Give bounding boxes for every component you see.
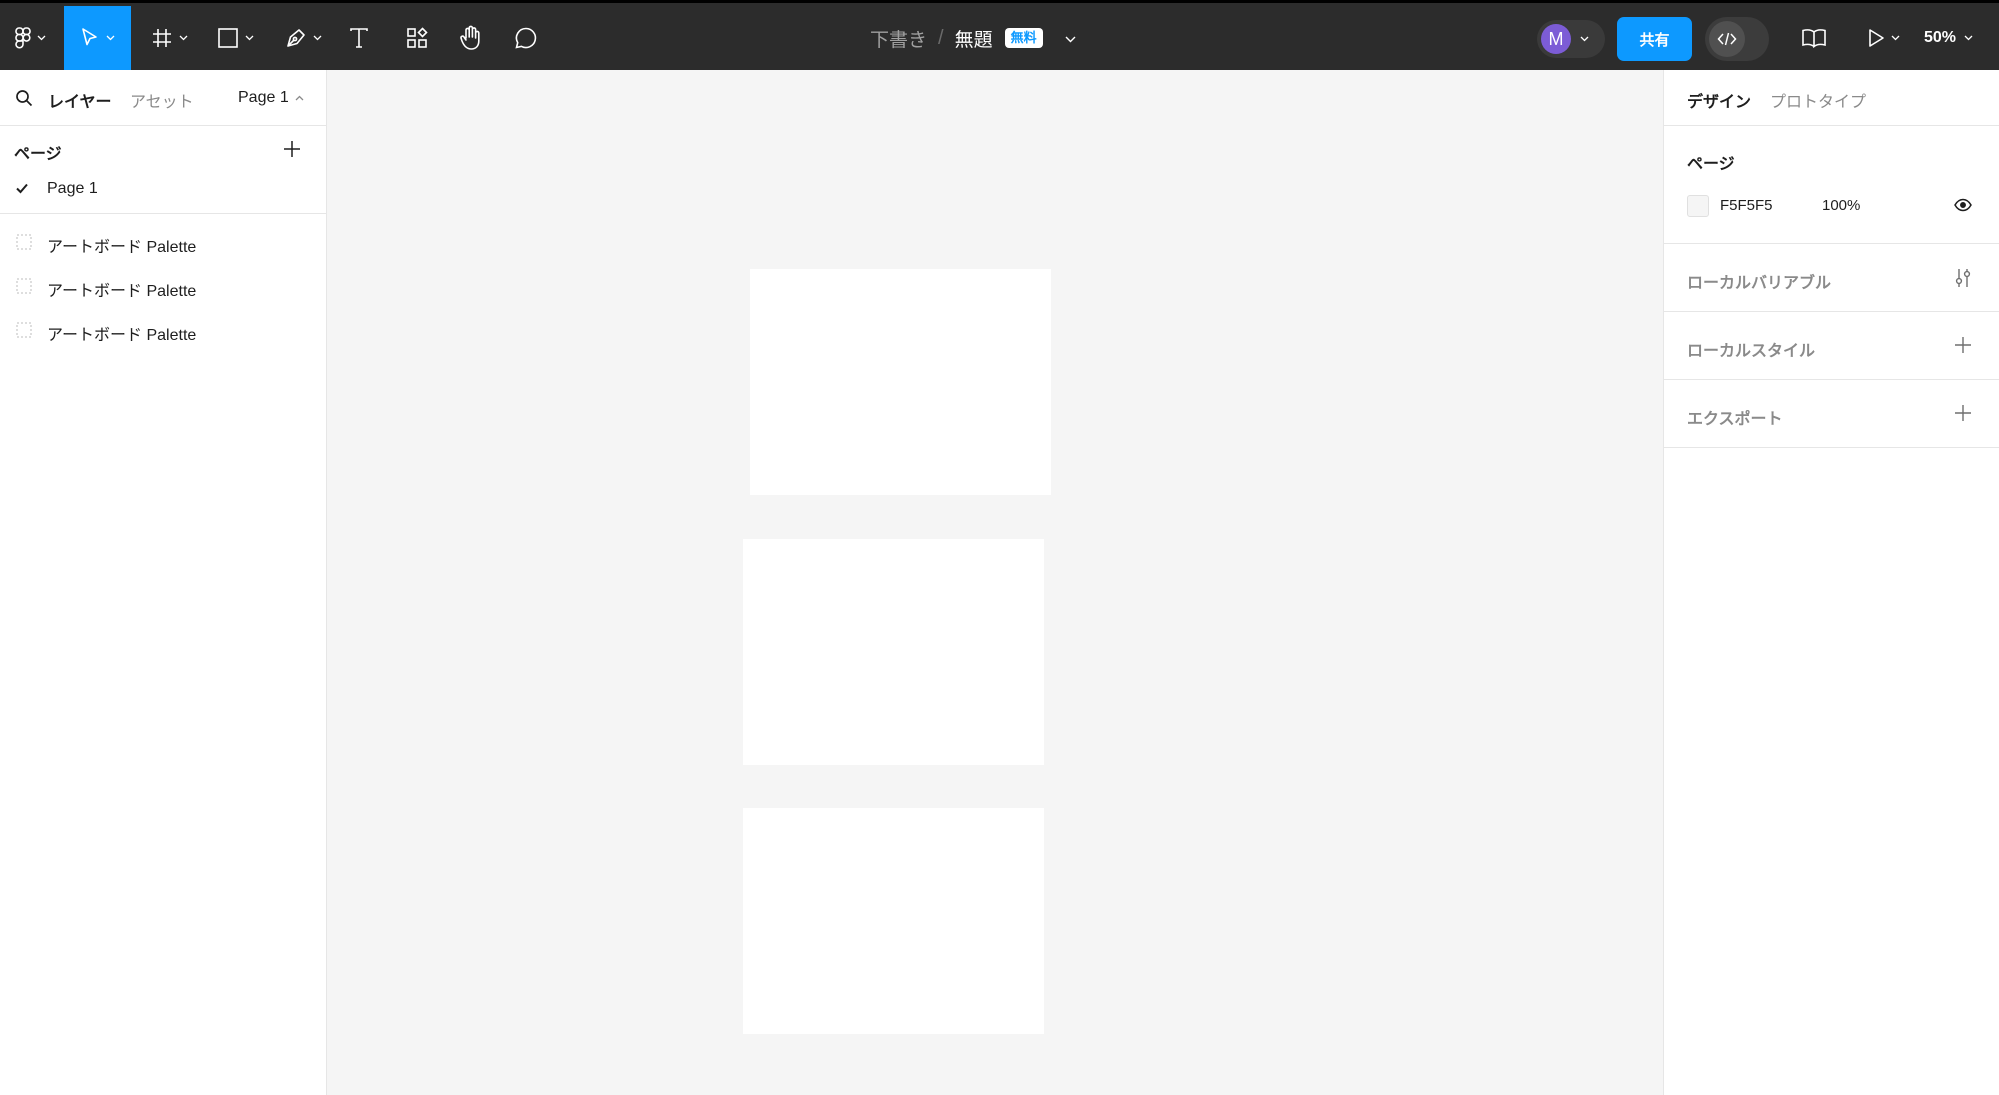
chevron-down-icon [37,35,45,41]
layer-item-label: アートボード Palette [47,239,197,256]
search-icon[interactable] [15,89,33,112]
layer-item-label: アートボード Palette [47,327,197,344]
move-tool-button[interactable] [64,6,131,70]
breadcrumb-separator: / [938,26,944,49]
artboard-frame-icon [16,234,32,255]
add-page-plus-icon[interactable] [282,139,302,164]
resources-button[interactable] [402,6,432,70]
chevron-down-icon [245,35,253,41]
artboard[interactable] [750,269,1051,495]
tab-prototype[interactable]: プロトタイプ [1770,88,1866,112]
add-export-plus-icon[interactable] [1954,404,1972,427]
local-styles-section[interactable]: ローカルスタイル [1664,312,1999,380]
rectangle-tool-icon [217,27,239,49]
text-tool-icon [349,27,369,49]
plan-badge[interactable]: 無料 [1004,28,1043,48]
left-panel-tabs: レイヤー アセット Page 1 [0,70,326,126]
tab-layers[interactable]: レイヤー [48,88,112,112]
dev-mode-toggle[interactable] [1705,17,1769,61]
comment-icon [514,26,538,50]
resources-icon [406,27,428,49]
layers-panel: レイヤー アセット Page 1 ページ Page 1 アートボード Palet… [0,70,327,1095]
file-menu-chevron-icon[interactable] [1065,27,1076,49]
tab-design[interactable]: デザイン [1687,88,1751,112]
zoom-menu-button[interactable]: 50% [1924,6,1973,70]
artboard[interactable] [743,539,1044,765]
frame-tool-button[interactable] [146,6,192,70]
artboard[interactable] [743,808,1044,1034]
pen-tool-icon [285,27,307,49]
shape-tool-button[interactable] [212,6,258,70]
toolbar: 下書き / 無題 無料 M 共有 50% [0,0,1999,70]
current-page-label: Page 1 [238,89,289,106]
pages-title: ページ [14,146,62,163]
hand-tool-icon [459,25,483,51]
user-menu-button[interactable]: M [1537,20,1605,58]
eye-icon[interactable] [1954,198,1972,217]
local-variables-section[interactable]: ローカルバリアブル [1664,244,1999,312]
page-section: ページ F5F5F5 100% [1664,126,1999,244]
chevron-down-icon [106,35,115,41]
zoom-level: 50% [1924,29,1957,46]
variables-sliders-icon[interactable] [1954,268,1972,293]
pen-tool-button[interactable] [280,6,326,70]
main-menu-button[interactable] [8,6,52,70]
canvas[interactable] [327,70,1663,1095]
chevron-down-icon [179,35,187,41]
layer-item-label: アートボード Palette [47,283,197,300]
file-breadcrumb: 下書き / 無題 無料 [870,6,1076,70]
chevron-down-icon [313,35,321,41]
hand-tool-button[interactable] [456,6,486,70]
add-style-plus-icon[interactable] [1954,336,1972,359]
page-color-hex-field[interactable]: F5F5F5 [1720,197,1773,214]
chevron-down-icon [1580,36,1589,42]
right-panel-tabs: デザイン プロトタイプ [1664,70,1999,126]
layer-list: アートボード Palette アートボード Palette アートボード Pal… [0,214,326,352]
export-section[interactable]: エクスポート [1664,380,1999,448]
drafts-link[interactable]: 下書き [870,25,927,52]
pages-header: ページ [0,126,326,170]
page-color-swatch[interactable] [1687,195,1709,217]
comment-tool-button[interactable] [510,6,542,70]
properties-panel: デザイン プロトタイプ ページ F5F5F5 100% ローカルバリアブル ロー… [1663,70,1999,1095]
move-tool-icon [80,27,100,49]
present-play-icon [1867,28,1885,48]
file-title[interactable]: 無題 [955,25,993,52]
local-styles-label: ローカルスタイル [1687,343,1816,360]
artboard-frame-icon [16,322,32,343]
chevron-down-icon [1964,35,1973,41]
figma-menu-icon [14,27,31,49]
chevron-up-icon [295,95,304,101]
page-item[interactable]: Page 1 [0,170,326,214]
frame-tool-icon [151,27,173,49]
page-color-opacity-field[interactable]: 100% [1822,197,1860,214]
page-item-label: Page 1 [47,180,98,197]
layer-item[interactable]: アートボード Palette [0,264,326,308]
local-variables-label: ローカルバリアブル [1687,275,1832,292]
layer-item[interactable]: アートボード Palette [0,308,326,352]
present-button[interactable] [1862,6,1904,70]
library-book-icon [1801,28,1827,48]
page-switcher[interactable]: Page 1 [238,89,304,107]
page-section-title: ページ [1687,156,1735,173]
chevron-down-icon [1891,35,1899,41]
layer-item[interactable]: アートボード Palette [0,220,326,264]
text-tool-button[interactable] [344,6,374,70]
dev-mode-icon [1709,21,1745,57]
tab-assets[interactable]: アセット [130,88,194,112]
share-button[interactable]: 共有 [1617,17,1692,61]
artboard-frame-icon [16,278,32,299]
checkmark-icon [15,181,29,200]
avatar: M [1541,24,1571,54]
library-button[interactable] [1798,6,1830,70]
export-label: エクスポート [1687,411,1783,428]
